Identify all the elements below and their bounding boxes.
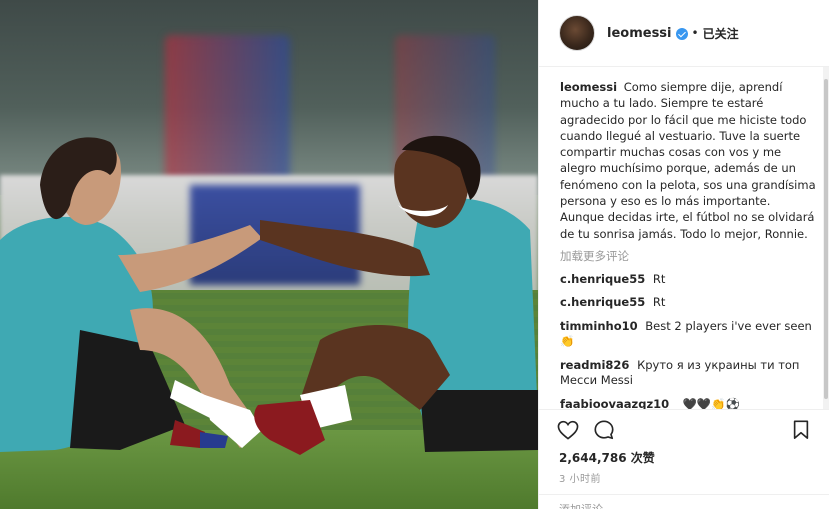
comment-username[interactable]: c.henrique55 — [560, 272, 645, 286]
load-more-comments-link[interactable]: 加载更多评论 — [560, 248, 818, 264]
comments-list[interactable]: leomessi Como siempre dije, aprendí much… — [539, 67, 829, 409]
comment-username[interactable]: readmi826 — [560, 358, 629, 372]
caption-text: Como siempre dije, aprendí mucho a tu la… — [560, 80, 816, 241]
comment-item: readmi826 Круто я из украины ти топ Месс… — [560, 358, 818, 389]
scrollbar-thumb[interactable] — [824, 79, 828, 399]
post-sidebar: leomessi • 已关注 leomessi Como siempre dij… — [538, 0, 829, 509]
comment-username[interactable]: timminho10 — [560, 319, 638, 333]
bookmark-icon — [793, 420, 809, 439]
save-button[interactable] — [788, 417, 814, 443]
comment-item: timminho10 Best 2 players i've ever seen… — [560, 319, 818, 350]
add-comment-input[interactable]: 添加评论…… — [539, 494, 829, 509]
heart-icon — [557, 420, 579, 440]
separator-dot: • — [691, 26, 699, 40]
post-caption: leomessi Como siempre dije, aprendí much… — [560, 79, 818, 242]
like-button[interactable] — [555, 417, 581, 443]
comment-username[interactable]: c.henrique55 — [560, 295, 645, 309]
comment-text: Rt — [652, 295, 666, 310]
comment-text: 🖤🖤👏⚽ — [682, 396, 740, 409]
comment-text: Rt — [652, 271, 666, 286]
left-player — [0, 137, 262, 452]
comment-button[interactable] — [591, 417, 617, 443]
comment-icon — [594, 419, 614, 439]
comment-item: c.henrique55 Rt — [560, 272, 818, 288]
caption-username[interactable]: leomessi — [560, 80, 617, 94]
action-bar — [539, 409, 829, 449]
avatar[interactable] — [559, 15, 595, 51]
likes-count[interactable]: 2,644,786 次赞 — [559, 449, 655, 466]
comment-item: faabioovaazqz10_ 🖤🖤👏⚽ — [560, 397, 818, 409]
post-header: leomessi • 已关注 — [539, 0, 829, 67]
comment-item: c.henrique55 Rt — [560, 295, 818, 311]
comments-scrollbar[interactable] — [823, 67, 829, 409]
post-timestamp[interactable]: 3 小时前 — [559, 470, 601, 485]
header-username[interactable]: leomessi — [607, 26, 672, 41]
right-player — [254, 135, 538, 455]
comment-username[interactable]: faabioovaazqz10_ — [560, 397, 675, 409]
players-illustration — [0, 135, 538, 455]
verified-badge-icon — [675, 28, 688, 40]
follow-status-button[interactable]: 已关注 — [703, 25, 739, 42]
post-photo[interactable] — [0, 0, 538, 509]
